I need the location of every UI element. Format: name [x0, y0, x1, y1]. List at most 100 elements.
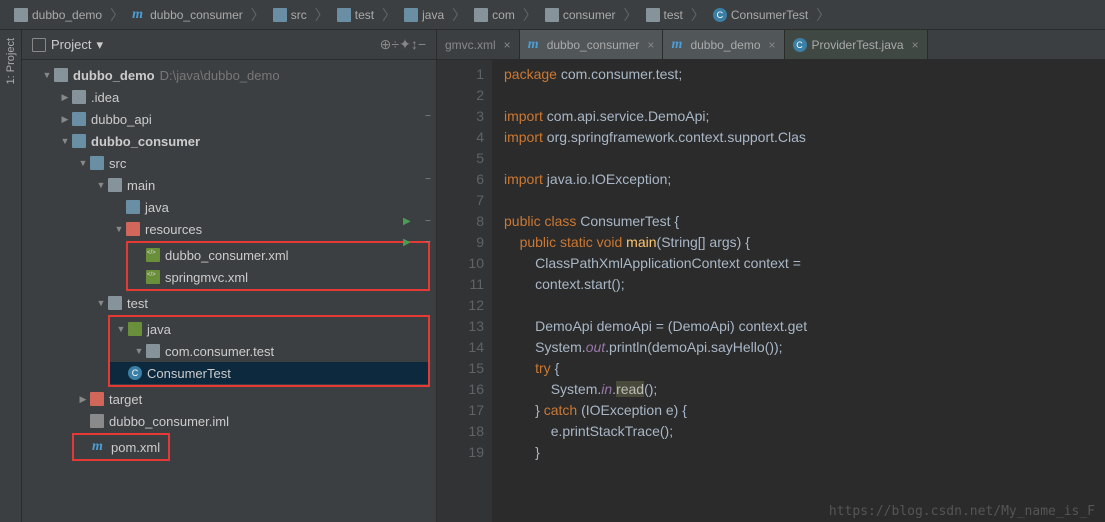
code-line[interactable]: System.out.println(demoApi.sayHello()); — [504, 337, 1105, 358]
run-gutter-icon[interactable]: ▶ — [403, 232, 411, 253]
tree-row[interactable]: ▼com.consumer.test — [110, 340, 428, 362]
tool-window-strip: 1: Project — [0, 30, 22, 522]
line-number[interactable]: 2 — [437, 85, 484, 106]
breadcrumb-item[interactable]: test — [640, 6, 689, 24]
tree-row[interactable]: CConsumerTest — [110, 362, 428, 384]
code-line[interactable]: DemoApi demoApi = (DemoApi) context.get — [504, 316, 1105, 337]
project-tool-button[interactable]: 1: Project — [5, 38, 17, 84]
tree-row[interactable]: dubbo_consumer.iml — [22, 410, 436, 432]
code-line[interactable]: try { — [504, 358, 1105, 379]
close-tab-icon[interactable]: × — [504, 38, 511, 52]
tree-row[interactable]: ▶dubbo_api — [22, 108, 436, 130]
line-number[interactable]: 19 — [437, 442, 484, 463]
line-number[interactable]: 1 — [437, 64, 484, 85]
line-number[interactable]: ▶−8 — [437, 211, 484, 232]
project-view-selector[interactable]: Project ▾ — [32, 37, 103, 53]
code-editor[interactable]: package com.consumer.test; import com.ap… — [492, 60, 1105, 522]
tree-row[interactable]: ▼main — [22, 174, 436, 196]
code-line[interactable] — [504, 148, 1105, 169]
fold-icon[interactable]: − — [425, 169, 431, 190]
run-gutter-icon[interactable]: ▶ — [403, 211, 411, 232]
editor-tab[interactable]: gmvc.xml× — [437, 30, 520, 59]
panel-toolbar-button[interactable]: ↕ — [411, 36, 418, 52]
code-line[interactable]: import com.api.service.DemoApi; — [504, 106, 1105, 127]
tree-row[interactable]: springmvc.xml — [128, 266, 428, 288]
line-number[interactable]: 13 — [437, 316, 484, 337]
project-tree[interactable]: ▼dubbo_demo D:\java\dubbo_demo▶.idea▶dub… — [22, 60, 436, 522]
tree-toggle-icon[interactable]: ▼ — [58, 136, 72, 146]
line-number[interactable]: 10 — [437, 253, 484, 274]
editor-tab[interactable]: CProviderTest.java× — [785, 30, 928, 59]
editor-tab[interactable]: mdubbo_consumer× — [520, 30, 664, 59]
tree-row[interactable]: java — [22, 196, 436, 218]
tree-row[interactable]: ▶target — [22, 388, 436, 410]
line-number[interactable]: 15 — [437, 358, 484, 379]
tree-toggle-icon[interactable]: ▼ — [40, 70, 54, 80]
tree-row[interactable]: mpom.xml — [74, 436, 168, 458]
line-number[interactable]: 17 — [437, 400, 484, 421]
breadcrumb-item[interactable]: dubbo_demo — [8, 6, 108, 24]
editor-tab[interactable]: mdubbo_demo× — [663, 30, 784, 59]
line-number[interactable]: 16 — [437, 379, 484, 400]
tree-toggle-icon[interactable]: ▼ — [132, 346, 146, 356]
breadcrumb-item[interactable]: mdubbo_consumer — [126, 6, 249, 24]
code-line[interactable] — [504, 190, 1105, 211]
breadcrumb-item[interactable]: src — [267, 6, 313, 24]
breadcrumb-item[interactable]: consumer — [539, 6, 622, 24]
line-number[interactable]: −6 — [437, 169, 484, 190]
line-number[interactable]: 12 — [437, 295, 484, 316]
panel-toolbar-button[interactable]: ✦ — [399, 36, 411, 52]
tree-toggle-icon[interactable]: ▼ — [76, 158, 90, 168]
line-number[interactable]: 11 — [437, 274, 484, 295]
tree-row[interactable]: ▼java — [110, 318, 428, 340]
line-number[interactable]: 5 — [437, 148, 484, 169]
breadcrumb-item[interactable]: CConsumerTest — [707, 6, 814, 24]
close-tab-icon[interactable]: × — [647, 38, 654, 52]
fold-icon[interactable]: − — [425, 232, 431, 253]
tree-toggle-icon[interactable]: ▼ — [112, 224, 126, 234]
code-line[interactable]: package com.consumer.test; — [504, 64, 1105, 85]
tree-toggle-icon[interactable]: ▶ — [58, 92, 72, 103]
tree-row[interactable]: dubbo_consumer.xml — [128, 244, 428, 266]
tree-row[interactable]: ▶.idea — [22, 86, 436, 108]
tree-toggle-icon[interactable]: ▶ — [76, 394, 90, 405]
panel-toolbar-button[interactable]: ÷ — [391, 36, 399, 52]
tree-toggle-icon[interactable]: ▶ — [58, 114, 72, 125]
code-line[interactable]: public class ConsumerTest { — [504, 211, 1105, 232]
tree-row[interactable]: ▼dubbo_consumer — [22, 130, 436, 152]
code-line[interactable]: } — [504, 442, 1105, 463]
close-tab-icon[interactable]: × — [769, 38, 776, 52]
line-number[interactable]: 7 — [437, 190, 484, 211]
code-line[interactable]: context.start(); — [504, 274, 1105, 295]
panel-toolbar-button[interactable]: ⊕ — [380, 36, 392, 52]
line-number[interactable]: 4 — [437, 127, 484, 148]
code-line[interactable] — [504, 85, 1105, 106]
fold-icon[interactable]: − — [425, 106, 431, 127]
breadcrumb-item[interactable]: test — [331, 6, 380, 24]
code-line[interactable]: import java.io.IOException; — [504, 169, 1105, 190]
tree-row[interactable]: ▼resources — [22, 218, 436, 240]
breadcrumb-item[interactable]: java — [398, 6, 450, 24]
line-number[interactable]: 14 — [437, 337, 484, 358]
tree-row[interactable]: ▼dubbo_demo D:\java\dubbo_demo — [22, 64, 436, 86]
code-line[interactable]: System.in.read(); — [504, 379, 1105, 400]
panel-toolbar-button[interactable]: − — [418, 36, 426, 52]
line-number[interactable]: −3 — [437, 106, 484, 127]
tree-toggle-icon[interactable]: ▼ — [114, 324, 128, 334]
breadcrumb-item[interactable]: com — [468, 6, 521, 24]
tree-toggle-icon[interactable]: ▼ — [94, 298, 108, 308]
code-line[interactable]: e.printStackTrace(); — [504, 421, 1105, 442]
tree-toggle-icon[interactable]: ▼ — [94, 180, 108, 190]
fold-icon[interactable]: − — [425, 211, 431, 232]
code-line[interactable]: } catch (IOException e) { — [504, 400, 1105, 421]
code-line[interactable]: import org.springframework.context.suppo… — [504, 127, 1105, 148]
line-number[interactable]: 18 — [437, 421, 484, 442]
tree-row[interactable]: ▼src — [22, 152, 436, 174]
close-tab-icon[interactable]: × — [912, 38, 919, 52]
gutter[interactable]: 12−345−67▶−8▶−910111213141516171819 — [437, 60, 492, 522]
line-number[interactable]: ▶−9 — [437, 232, 484, 253]
code-line[interactable] — [504, 295, 1105, 316]
tree-row[interactable]: ▼test — [22, 292, 436, 314]
code-line[interactable]: ClassPathXmlApplicationContext context = — [504, 253, 1105, 274]
code-line[interactable]: public static void main(String[] args) { — [504, 232, 1105, 253]
